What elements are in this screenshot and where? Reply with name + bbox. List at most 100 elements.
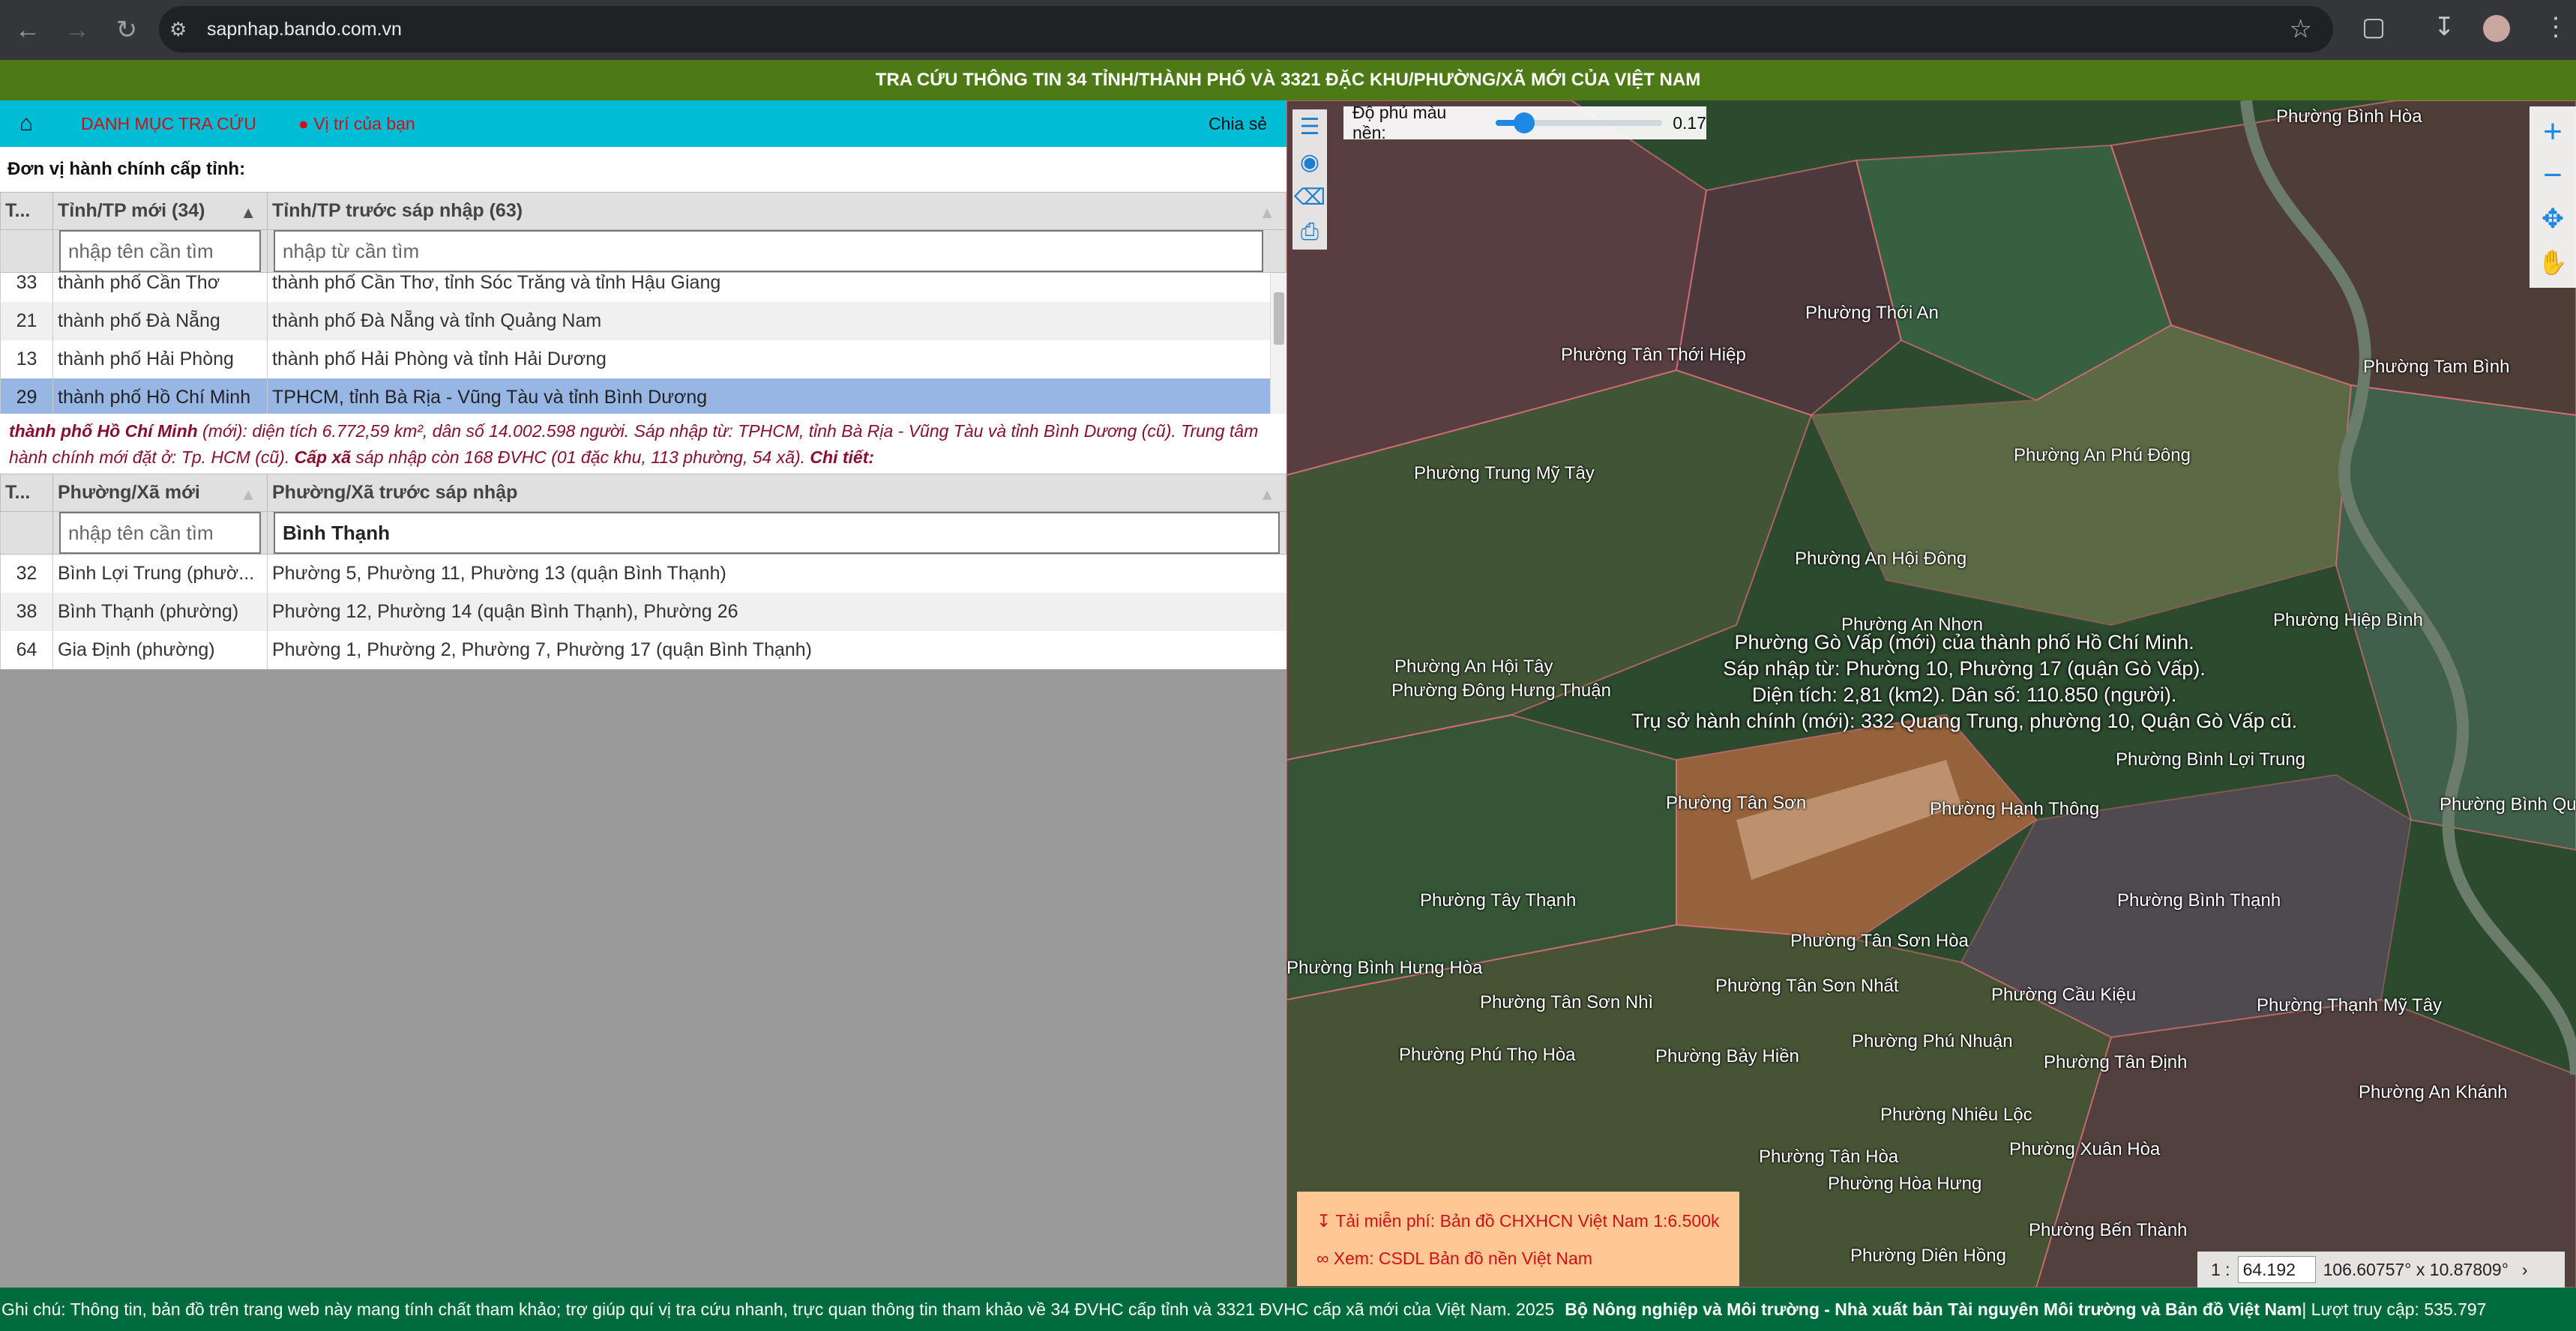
col-old-province[interactable]: Tỉnh/TP trước sáp nhập (63) ▲ (267, 192, 1287, 230)
profile-avatar[interactable] (2483, 15, 2510, 42)
col-new-ward[interactable]: Phường/Xã mới ▲ (52, 474, 268, 512)
table-row[interactable]: 38 Bình Thạnh (phường) Phường 12, Phường 1… (0, 592, 1287, 631)
marker-icon[interactable]: ◉ (1300, 149, 1319, 175)
map-label: Phường Tây Thạnh (1420, 890, 1577, 911)
sort-icon: ▲ (240, 485, 256, 504)
row-old: thành phố Hải Phòng và tỉnh Hải Dương (267, 340, 1270, 378)
map-label: Phường An Phú Đông (2014, 445, 2191, 465)
map-label: Phường Thới An (1805, 303, 1939, 323)
view-link[interactable]: ∞ Xem: CSDL Bản đồ nền Việt Nam (1316, 1240, 1720, 1277)
map-label: Phường Thạnh Mỹ Tây (2257, 995, 2443, 1015)
address-bar[interactable]: ⚙ sapnhap.bando.com.vn ☆ (159, 6, 2333, 52)
download-icon: ↧ (1316, 1211, 1336, 1231)
col-old-ward[interactable]: Phường/Xã trước sáp nhập ▲ (267, 474, 1287, 512)
row-old: TPHCM, tỉnh Bà Rịa - Vũng Tàu và tỉnh Bì… (267, 378, 1270, 414)
site-info-icon[interactable]: ⚙ (169, 18, 199, 41)
sort-icon: ▲ (1259, 485, 1275, 504)
popup-line: Sáp nhập từ: Phường 10, Phường 17 (quận … (1723, 657, 2206, 680)
scale-input[interactable]: 64.192 (2237, 1256, 2316, 1283)
back-icon[interactable]: ← (3, 5, 52, 55)
opacity-slider-knob[interactable] (1513, 112, 1535, 133)
table-row[interactable]: 33 thành phố Cần Thơ thành phố Cần Thơ, tỉ… (0, 273, 1270, 302)
col-no[interactable]: T... (0, 474, 53, 512)
extensions-icon[interactable]: ▢ (2362, 12, 2386, 42)
province-info: thành phố Hồ Chí Minh (mới): diện tích 6… (0, 414, 1287, 474)
table-row[interactable]: 64 Gia Định (phường) Phường 1, Phường 2, P… (0, 630, 1287, 669)
table-row[interactable]: 13 thành phố Hải Phòng thành phố Hải Phòng… (0, 340, 1270, 378)
zoom-in-icon[interactable]: + (2543, 114, 2563, 150)
map-view[interactable]: Phường Bình Hòa Phường Thới An Phường Tân … (1287, 100, 2576, 1288)
map-label: Phường Tân Thới Hiệp (1561, 345, 1746, 365)
info-cap-xa: Cấp xã (294, 447, 352, 467)
map-label: Phường Tân Sơn Nhì (1480, 992, 1654, 1012)
province-section-label: Đơn vị hành chính cấp tỉnh: (0, 147, 1287, 192)
map-label: Phường Cầu Kiệu (1991, 985, 2137, 1005)
province-scrollbar[interactable] (1270, 273, 1287, 414)
eraser-icon[interactable]: ⌫ (1294, 184, 1325, 211)
info-name: thành phố Hồ Chí Minh (9, 421, 198, 441)
home-icon[interactable]: ⌂ (0, 111, 52, 136)
map-label: Phường Tân Định (2044, 1052, 2188, 1072)
opacity-value: 0.17 (1673, 112, 1706, 133)
col-no[interactable]: T... (0, 192, 53, 230)
opacity-control: Độ phủ màu nền: 0.17 (1343, 103, 1706, 142)
detail-link[interactable]: Chi tiết: (810, 447, 874, 467)
info-text-2: sáp nhập còn 168 ĐVHC (01 đặc khu, 113 p… (351, 447, 810, 467)
ward-new-filter[interactable] (59, 512, 261, 554)
row-old: thành phố Đà Nẵng và tỉnh Quảng Nam (267, 302, 1270, 340)
province-rows: 33 thành phố Cần Thơ thành phố Cần Thơ, tỉ… (0, 273, 1270, 414)
province-new-filter[interactable] (59, 230, 261, 272)
province-table-header: T... Tỉnh/TP mới (34) ▲ Tỉnh/TP trước sáp… (0, 192, 1287, 273)
pan-icon[interactable]: ✥ (2542, 201, 2564, 237)
zoom-out-icon[interactable]: − (2543, 157, 2563, 193)
popup-line: Diện tích: 2,81 (km2). Dân số: 110.850 (… (1751, 683, 2177, 706)
map-label: Phường Bình Hòa (2276, 106, 2422, 127)
download-label: Tải miễn phí: Bản đồ CHXHCN Việt Nam 1:6… (1335, 1211, 1720, 1231)
map-label: Phường An Hội Tây (1394, 657, 1553, 677)
bookmark-star-icon[interactable]: ☆ (2290, 14, 2312, 44)
expand-icon[interactable]: › (2522, 1260, 2528, 1280)
row-no: 38 (0, 592, 53, 631)
menu-icon[interactable]: ⋮ (2543, 12, 2569, 42)
sort-icon: ▲ (1259, 203, 1275, 222)
row-new: Bình Thạnh (phường) (52, 592, 268, 631)
catalog-menu[interactable]: DANH MỤC TRA CỨU (81, 114, 256, 134)
map-label: Phường Bình Thạnh (2117, 890, 2281, 911)
province-old-filter[interactable] (274, 230, 1263, 272)
row-new: Gia Định (phường) (52, 630, 268, 669)
row-new: thành phố Cần Thơ (52, 273, 268, 302)
ward-old-filter[interactable] (274, 512, 1280, 554)
map-label: Phường Nhiêu Lộc (1880, 1105, 2032, 1125)
row-old: Phường 1, Phường 2, Phường 7, Phường 17 … (267, 630, 1287, 669)
province-list[interactable]: 33 thành phố Cần Thơ thành phố Cần Thơ, tỉ… (0, 273, 1287, 414)
location-link[interactable]: ● Vị trí của bạn (298, 114, 415, 134)
table-row-selected[interactable]: 29 thành phố Hồ Chí Minh TPHCM, tỉnh Bà Rị… (0, 378, 1270, 414)
map-label: Phường An Khánh (2359, 1082, 2508, 1102)
filter-empty (0, 511, 53, 555)
zoom-tools: + − ✥ ✋ (2530, 106, 2576, 288)
layers-icon[interactable]: ☰ (1300, 114, 1320, 140)
url-text: sapnhap.bando.com.vn (207, 18, 402, 40)
filter-cell (52, 229, 268, 273)
map-label: Phường Bình Lợi Trung (2116, 749, 2306, 770)
sort-asc-icon: ▲ (240, 203, 256, 222)
opacity-slider[interactable] (1495, 112, 1663, 133)
table-row[interactable]: 32 Bình Lợi Trung (phườ... Phường 5, Phườn… (0, 554, 1287, 593)
map-label: Phường Đông Hưng Thuận (1391, 680, 1611, 701)
row-no: 21 (0, 302, 53, 340)
location-label: Vị trí của bạn (313, 113, 415, 133)
row-no: 13 (0, 340, 53, 378)
share-link[interactable]: Chia sẻ (1209, 114, 1267, 134)
map-label: Phường Tân Sơn Nhất (1715, 976, 1899, 996)
table-row[interactable]: 21 thành phố Đà Nẵng thành phố Đà Nẵng và … (0, 302, 1270, 340)
forward-icon[interactable]: → (52, 5, 102, 55)
download-icon[interactable]: ↧ (2434, 12, 2455, 42)
hand-icon[interactable]: ✋ (2538, 244, 2568, 280)
footer-visits: | Lượt truy cập: 535.797 (2302, 1299, 2487, 1319)
scrollbar-thumb[interactable] (1274, 292, 1284, 345)
reload-icon[interactable]: ↻ (102, 5, 151, 55)
download-link[interactable]: ↧ Tải miễn phí: Bản đồ CHXHCN Việt Nam 1… (1316, 1202, 1720, 1240)
print-icon[interactable]: ⎙ (1301, 220, 1319, 245)
col-new-province[interactable]: Tỉnh/TP mới (34) ▲ (52, 192, 268, 230)
filter-empty (0, 229, 53, 273)
